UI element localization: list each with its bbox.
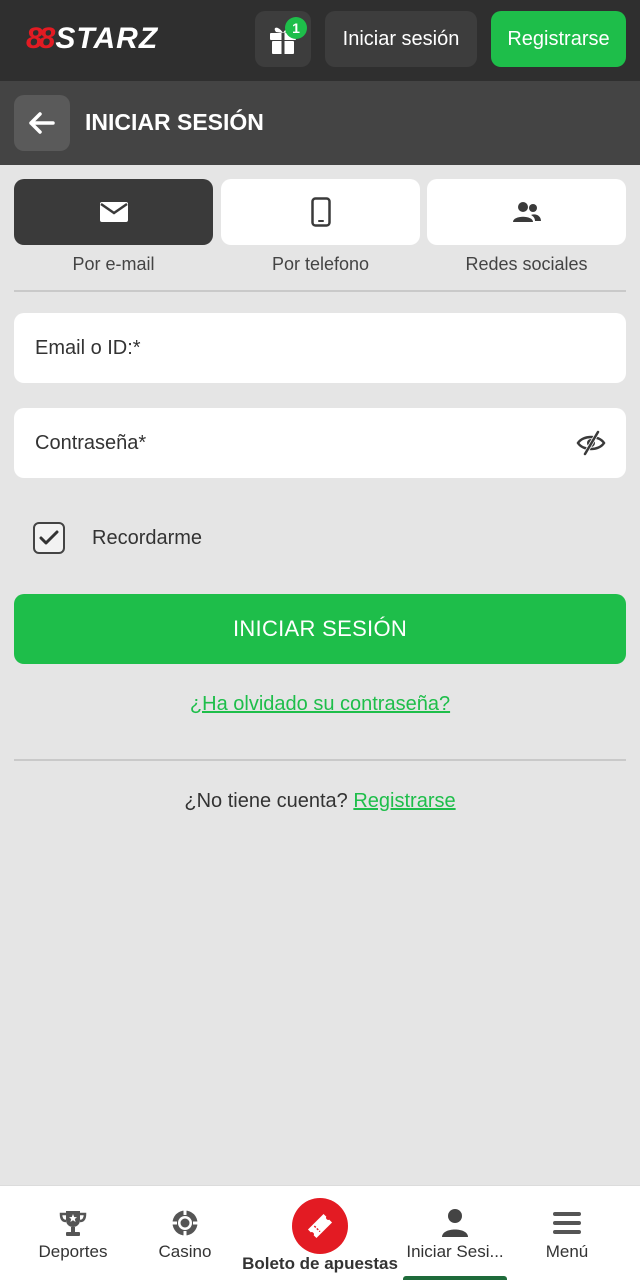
- tab-phone[interactable]: [221, 179, 420, 245]
- nav-label-menu: Menú: [545, 1242, 589, 1261]
- title-bar: INICIAR SESIÓN: [0, 81, 640, 165]
- no-account-row: ¿No tiene cuenta? Registrarse: [0, 790, 640, 813]
- register-link[interactable]: Registrarse: [353, 790, 455, 812]
- smartphone-icon: [310, 197, 331, 227]
- logo-text: STARZ: [55, 22, 159, 55]
- forgot-password-link[interactable]: ¿Ha olvidado su contraseña?: [0, 693, 640, 716]
- gift-badge: 1: [285, 17, 307, 39]
- nav-label-casino: Casino: [158, 1242, 212, 1261]
- check-icon: [39, 530, 59, 545]
- arrow-left-icon: [29, 112, 55, 134]
- nav-item-sports[interactable]: Deportes: [28, 1186, 118, 1280]
- users-icon: [512, 202, 541, 222]
- email-field-container: [14, 313, 626, 383]
- active-tab-indicator: [403, 1276, 507, 1280]
- envelope-icon: [99, 202, 128, 222]
- casino-chip-icon: [172, 1210, 198, 1236]
- tab-phone-label: Por telefono: [271, 254, 370, 274]
- nav-item-casino[interactable]: Casino: [140, 1186, 230, 1280]
- divider: [14, 290, 626, 292]
- remember-checkbox[interactable]: [33, 522, 65, 554]
- tab-social[interactable]: [427, 179, 626, 245]
- eye-slash-icon[interactable]: [576, 430, 606, 456]
- remember-label[interactable]: Recordarme: [92, 527, 202, 550]
- nav-item-menu[interactable]: Menú: [522, 1186, 612, 1280]
- top-header: 88 STARZ 1 Iniciar sesión Registrarse: [0, 0, 640, 81]
- no-account-text: ¿No tiene cuenta?: [184, 790, 348, 812]
- brand-logo[interactable]: 88 STARZ: [26, 22, 158, 56]
- gift-button[interactable]: 1: [255, 11, 311, 67]
- password-field[interactable]: [14, 408, 626, 478]
- bottom-nav: Deportes Casino Boleto de apuestas Inici…: [0, 1185, 640, 1280]
- tab-email[interactable]: [14, 179, 213, 245]
- login-submit-button[interactable]: INICIAR SESIÓN: [14, 594, 626, 664]
- logo-mark: 88: [26, 22, 55, 55]
- nav-label-sports: Deportes: [38, 1242, 108, 1261]
- trophy-icon: [59, 1211, 87, 1236]
- header-login-button[interactable]: Iniciar sesión: [325, 11, 477, 67]
- back-button[interactable]: [14, 95, 70, 151]
- tab-social-label: Redes sociales: [465, 254, 588, 274]
- tab-email-label: Por e-mail: [72, 254, 155, 274]
- password-field-container: [14, 408, 626, 478]
- betslip-button[interactable]: [292, 1198, 348, 1254]
- nav-item-login[interactable]: Iniciar Sesi...: [400, 1186, 510, 1280]
- menu-icon: [553, 1212, 581, 1234]
- user-icon: [442, 1209, 468, 1237]
- header-register-button[interactable]: Registrarse: [491, 11, 626, 67]
- ticket-icon: [307, 1213, 333, 1239]
- nav-label-login: Iniciar Sesi...: [406, 1242, 504, 1261]
- divider: [14, 759, 626, 761]
- betslip-label[interactable]: Boleto de apuestas: [230, 1254, 410, 1274]
- email-field[interactable]: [14, 313, 626, 383]
- page-title: INICIAR SESIÓN: [85, 109, 264, 135]
